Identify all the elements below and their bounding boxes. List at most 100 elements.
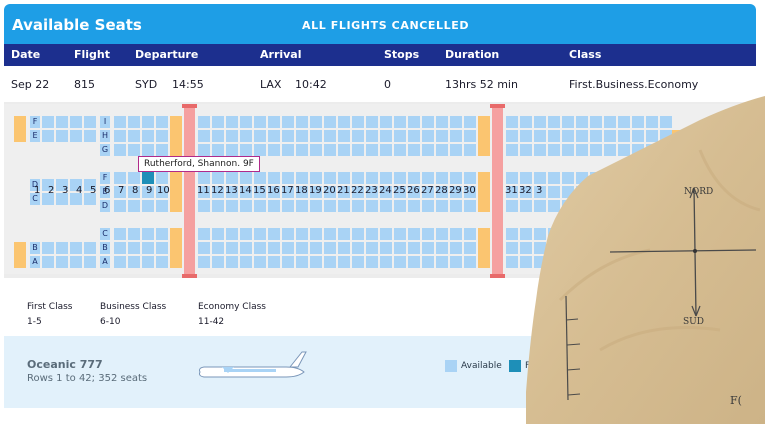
seat[interactable] (114, 144, 126, 156)
seat[interactable] (590, 242, 602, 254)
seat[interactable] (464, 130, 476, 142)
seat[interactable] (632, 228, 644, 240)
seat[interactable] (436, 172, 448, 184)
seat[interactable] (366, 144, 378, 156)
seat[interactable] (450, 228, 462, 240)
seat[interactable] (212, 200, 224, 212)
seat[interactable] (436, 116, 448, 128)
seat[interactable] (338, 144, 350, 156)
seat[interactable] (254, 172, 266, 184)
seat[interactable] (506, 228, 518, 240)
seat[interactable] (408, 200, 420, 212)
seat[interactable] (212, 242, 224, 254)
seat[interactable] (142, 200, 154, 212)
seat[interactable] (632, 256, 644, 268)
seat[interactable] (226, 228, 238, 240)
seat[interactable] (282, 200, 294, 212)
seat[interactable] (548, 242, 560, 254)
seat[interactable] (282, 242, 294, 254)
seat[interactable] (226, 116, 238, 128)
seat[interactable] (464, 144, 476, 156)
seat[interactable] (422, 242, 434, 254)
seat[interactable] (366, 172, 378, 184)
seat[interactable] (268, 242, 280, 254)
seat[interactable] (506, 256, 518, 268)
seat[interactable] (212, 144, 224, 156)
seat[interactable] (128, 172, 140, 184)
seat[interactable] (604, 130, 616, 142)
seat[interactable] (604, 242, 616, 254)
seat[interactable] (380, 200, 392, 212)
seat[interactable] (590, 172, 602, 184)
seat[interactable] (310, 200, 322, 212)
seat[interactable] (56, 116, 68, 128)
seat[interactable] (422, 200, 434, 212)
seat[interactable] (548, 116, 560, 128)
seat[interactable] (324, 130, 336, 142)
seat[interactable] (618, 200, 630, 212)
seat[interactable] (660, 116, 672, 128)
seat[interactable] (520, 256, 532, 268)
seat[interactable] (646, 130, 658, 142)
seat[interactable] (534, 256, 546, 268)
seat[interactable] (618, 256, 630, 268)
seat[interactable] (618, 186, 630, 198)
seat[interactable] (562, 130, 574, 142)
seat[interactable] (324, 228, 336, 240)
seat[interactable] (576, 144, 588, 156)
seat[interactable] (394, 172, 406, 184)
seat[interactable] (394, 116, 406, 128)
seat[interactable] (128, 144, 140, 156)
seat[interactable] (352, 200, 364, 212)
seat[interactable] (366, 116, 378, 128)
seat[interactable] (324, 172, 336, 184)
seat[interactable] (142, 144, 154, 156)
seat[interactable] (576, 130, 588, 142)
seat[interactable] (394, 228, 406, 240)
seat[interactable] (114, 130, 126, 142)
seat[interactable] (576, 200, 588, 212)
seat[interactable] (296, 256, 308, 268)
seat[interactable] (520, 144, 532, 156)
seat[interactable] (240, 256, 252, 268)
seat[interactable] (394, 242, 406, 254)
seat[interactable] (436, 130, 448, 142)
seat[interactable] (548, 200, 560, 212)
seat[interactable] (576, 256, 588, 268)
seat[interactable] (450, 144, 462, 156)
seat[interactable] (436, 242, 448, 254)
seat[interactable] (632, 242, 644, 254)
seat[interactable] (394, 200, 406, 212)
seat[interactable] (70, 116, 82, 128)
seat[interactable] (576, 228, 588, 240)
seat[interactable] (660, 130, 672, 142)
seat[interactable] (70, 130, 82, 142)
seat[interactable] (394, 144, 406, 156)
seat[interactable] (604, 144, 616, 156)
seat[interactable] (338, 116, 350, 128)
seat[interactable] (450, 130, 462, 142)
seat[interactable] (380, 172, 392, 184)
seat[interactable] (212, 116, 224, 128)
seat[interactable] (240, 144, 252, 156)
seat[interactable] (352, 130, 364, 142)
seat[interactable] (338, 256, 350, 268)
seat[interactable] (562, 228, 574, 240)
seat[interactable] (84, 242, 96, 254)
seat[interactable] (366, 242, 378, 254)
seat[interactable] (646, 228, 658, 240)
seat[interactable] (408, 242, 420, 254)
seat[interactable] (310, 228, 322, 240)
seat[interactable] (506, 116, 518, 128)
seat[interactable] (618, 116, 630, 128)
seat[interactable] (464, 242, 476, 254)
seat[interactable] (240, 116, 252, 128)
seat[interactable] (450, 256, 462, 268)
seat[interactable] (660, 144, 672, 156)
seat[interactable] (604, 172, 616, 184)
seat[interactable] (310, 172, 322, 184)
seat[interactable] (660, 186, 672, 198)
seat[interactable] (56, 130, 68, 142)
seat[interactable] (450, 242, 462, 254)
seat[interactable] (534, 144, 546, 156)
